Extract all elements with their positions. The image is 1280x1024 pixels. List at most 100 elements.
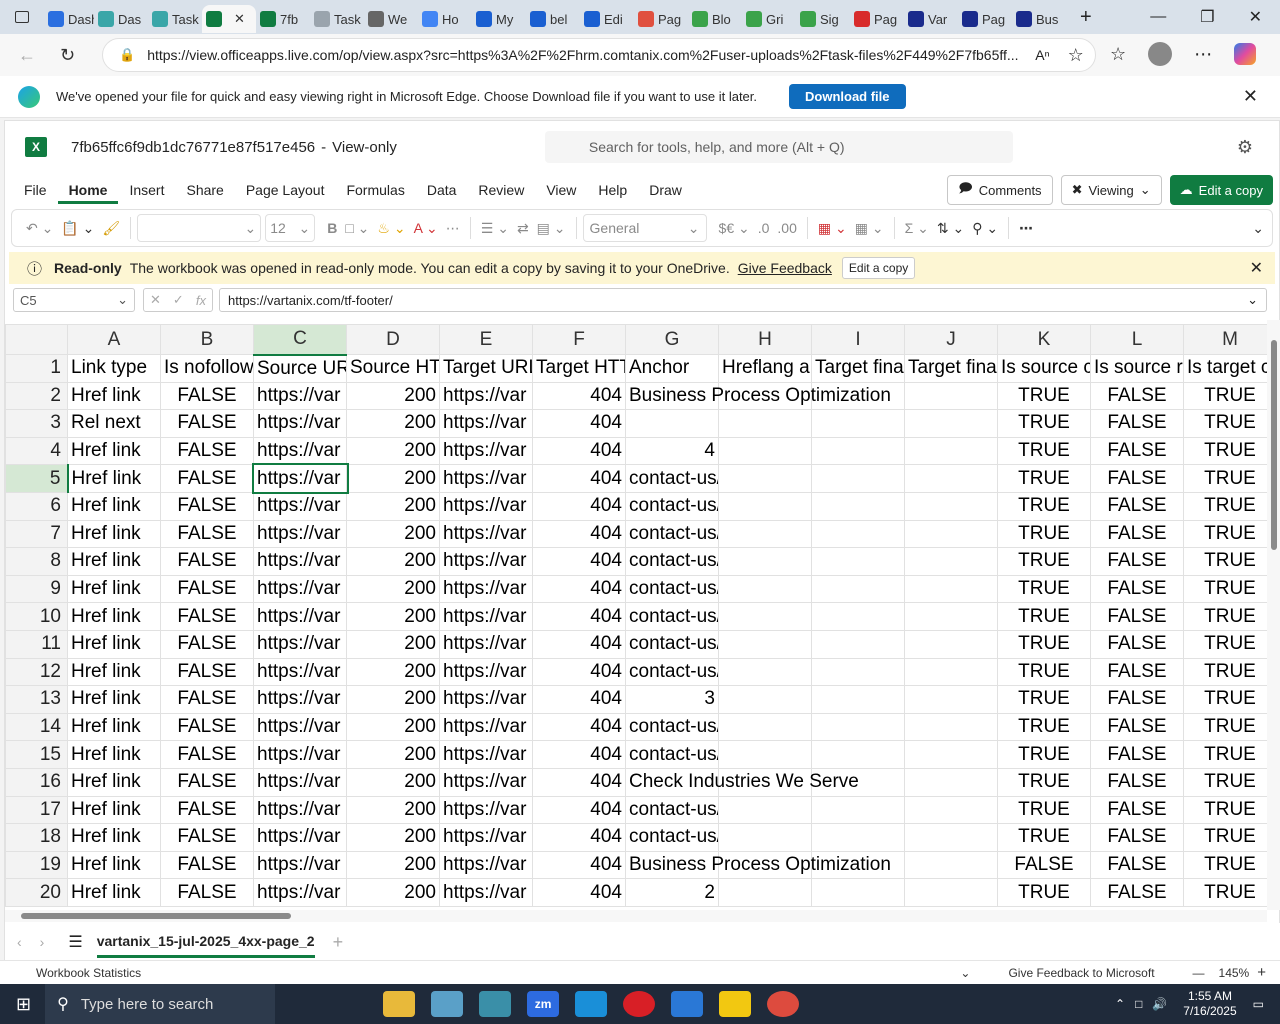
cell-l17[interactable]: FALSE [1090,795,1184,825]
cell-m12[interactable]: TRUE [1183,657,1267,687]
cell-c2[interactable]: https://var [253,381,347,411]
cell-l18[interactable]: FALSE [1090,823,1184,852]
cell-m15[interactable]: TRUE [1183,740,1267,769]
close-infobar-icon[interactable]: ✕ [1243,86,1258,107]
taskbar-search[interactable]: ⚲ Type here to search [45,984,276,1024]
cell-d6[interactable]: 200 [346,491,440,521]
cell-c8[interactable]: https://var [253,547,347,576]
cell-g2[interactable]: Business Process Optimization [625,381,891,411]
cell-l16[interactable]: FALSE [1090,767,1184,797]
cell-g15[interactable]: contact-us/ [625,740,719,769]
cell-h5[interactable] [718,464,812,493]
row-header[interactable]: 13 [5,685,68,714]
wrap-text-icon[interactable]: ⇄ [517,220,529,237]
cell-g13[interactable]: 3 [625,685,719,714]
read-aloud-icon[interactable]: Aⁿ [1035,47,1049,63]
cell-d19[interactable]: 200 [346,850,440,880]
cell-f1[interactable]: Target HTT [532,354,626,383]
cell-b11[interactable]: FALSE [160,629,254,659]
row-header[interactable]: 12 [5,657,68,687]
cell-e9[interactable]: https://var [439,574,533,604]
add-sheet-icon[interactable]: + [333,932,344,953]
cell-m10[interactable]: TRUE [1183,602,1267,631]
edit-a-copy-button[interactable]: ☁ Edit a copy [1169,175,1273,205]
format-painter-icon[interactable]: 🖌 [102,220,120,237]
lock-icon[interactable]: 🔒 [119,47,135,63]
cell-i11[interactable] [811,629,905,659]
cell-k7[interactable]: TRUE [997,519,1091,549]
cell-k8[interactable]: TRUE [997,547,1091,576]
cell-h3[interactable] [718,409,812,438]
restore-icon[interactable]: ❐ [1200,7,1214,27]
cell-b6[interactable]: FALSE [160,491,254,521]
menu-draw[interactable]: Draw [638,182,693,198]
column-header-e[interactable]: E [439,324,533,355]
name-box[interactable]: C5 ⌄ [13,288,135,312]
app-icon[interactable] [479,991,512,1017]
browser-tab[interactable]: Pag [850,5,904,33]
cell-b18[interactable]: FALSE [160,823,254,852]
bold-icon[interactable]: B [327,220,337,236]
row-header[interactable]: 16 [5,767,68,797]
cell-j1[interactable]: Target fina [904,354,998,383]
search-box[interactable]: Search for tools, help, and more (Alt + … [544,131,1013,163]
minimize-icon[interactable]: — [1150,8,1166,26]
cell-j18[interactable] [904,823,998,852]
browser-tab[interactable]: Bus [1012,5,1066,33]
cell-j11[interactable] [904,629,998,659]
cell-f6[interactable]: 404 [532,491,626,521]
cell-e19[interactable]: https://var [439,850,533,880]
cell-k20[interactable]: TRUE [997,878,1091,907]
cell-d12[interactable]: 200 [346,657,440,687]
row-header[interactable]: 5 [5,464,69,493]
vertical-scroll-thumb[interactable] [1271,340,1277,550]
cell-b15[interactable]: FALSE [160,740,254,769]
cell-h6[interactable] [718,491,812,521]
cell-d15[interactable]: 200 [346,740,440,769]
cell-a11[interactable]: Href link [67,629,161,659]
column-header-d[interactable]: D [346,324,440,355]
menu-formulas[interactable]: Formulas [335,182,415,198]
settings-gear-icon[interactable]: ⚙ [1237,137,1253,158]
cell-k14[interactable]: TRUE [997,712,1091,742]
cell-j16[interactable] [904,767,998,797]
clock[interactable]: 1:55 AM 7/16/2025 [1183,989,1236,1019]
cell-j3[interactable] [904,409,998,438]
cell-c18[interactable]: https://var [253,823,347,852]
row-header[interactable]: 17 [5,795,68,825]
cell-e12[interactable]: https://var [439,657,533,687]
column-header-l[interactable]: L [1090,324,1184,355]
cell-b19[interactable]: FALSE [160,850,254,880]
give-feedback-microsoft[interactable]: Give Feedback to Microsoft [1008,966,1154,980]
cell-f3[interactable]: 404 [532,409,626,438]
cell-e15[interactable]: https://var [439,740,533,769]
cell-e8[interactable]: https://var [439,547,533,576]
cell-c16[interactable]: https://var [253,767,347,797]
row-header[interactable]: 3 [5,409,68,438]
cell-c19[interactable]: https://var [253,850,347,880]
cell-h14[interactable] [718,712,812,742]
cell-j10[interactable] [904,602,998,631]
column-header-j[interactable]: J [904,324,998,355]
cell-j13[interactable] [904,685,998,714]
cell-h18[interactable] [718,823,812,852]
cell-a4[interactable]: Href link [67,436,161,466]
cancel-icon[interactable]: ✕ [150,292,161,308]
browser-tab[interactable]: We [364,5,418,33]
cell-l7[interactable]: FALSE [1090,519,1184,549]
file-name[interactable]: 7fb65ffc6f9db1dc76771e87f517e456 [71,139,315,156]
cell-e10[interactable]: https://var [439,602,533,631]
all-sheets-icon[interactable]: ☰ [68,932,82,952]
cell-a17[interactable]: Href link [67,795,161,825]
font-family-select[interactable]: ⌄ [137,214,262,242]
cell-i10[interactable] [811,602,905,631]
browser-tab[interactable]: ✕ [202,5,256,33]
cell-f19[interactable]: 404 [532,850,626,880]
cell-i6[interactable] [811,491,905,521]
cell-d1[interactable]: Source HT [346,354,440,383]
decrease-decimal-icon[interactable]: .00 [777,220,796,236]
cell-k13[interactable]: TRUE [997,685,1091,714]
merge-icon[interactable]: ▤ ⌄ [537,220,566,237]
tray-chevron-icon[interactable]: ⌃ [1115,997,1125,1011]
cell-j8[interactable] [904,547,998,576]
